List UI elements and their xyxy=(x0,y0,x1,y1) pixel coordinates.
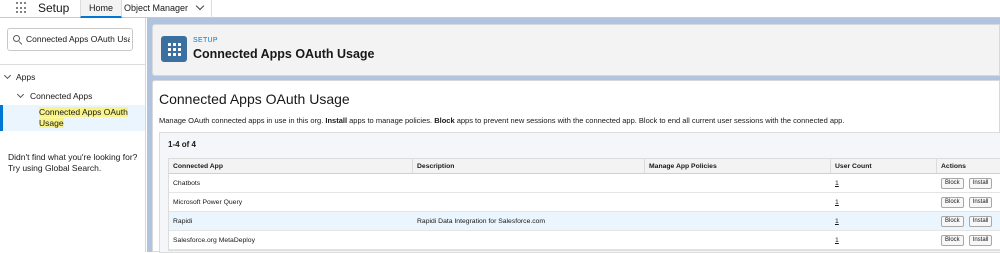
description-block: Block xyxy=(434,116,455,125)
search-match-highlight: Connected Apps OAuth Usage xyxy=(39,107,128,128)
app-launcher-icon[interactable] xyxy=(16,2,28,14)
description-install: Install xyxy=(325,116,348,125)
tree-item-connected-apps[interactable]: Connected Apps xyxy=(30,91,92,101)
policies-cell xyxy=(645,174,831,192)
tab-home-label: Home xyxy=(89,3,114,13)
column-header-description: Description xyxy=(413,159,645,173)
tree-item-label: Connected Apps OAuth Usage xyxy=(39,107,139,129)
table-row: Rapidi Rapidi Data Integration for Sales… xyxy=(169,212,1000,231)
app-name-cell: Salesforce.org MetaDeploy xyxy=(173,237,255,244)
user-count-cell: 1 xyxy=(831,174,937,192)
user-count-link[interactable]: 1 xyxy=(835,180,839,187)
column-header-manage-app-policies: Manage App Policies xyxy=(645,159,831,173)
quick-find-value[interactable]: Connected Apps OAuth Usa xyxy=(26,34,130,44)
page-title: Connected Apps OAuth Usage xyxy=(193,47,375,61)
chevron-down-icon[interactable] xyxy=(3,71,12,80)
content-panel: Connected Apps OAuth Usage Manage OAuth … xyxy=(152,80,1000,253)
column-header-actions: Actions xyxy=(941,163,966,170)
user-count-cell: 1 xyxy=(831,193,937,211)
description-cell xyxy=(413,174,645,192)
quick-find-input[interactable]: Connected Apps OAuth Usa xyxy=(7,28,133,51)
breadcrumb: SETUP xyxy=(193,37,218,44)
main-region: SETUP Connected Apps OAuth Usage Connect… xyxy=(147,18,1000,253)
table-header-row: Connected App Description Manage App Pol… xyxy=(169,159,1000,174)
global-search-hint: Didn't find what you're looking for? Try… xyxy=(8,152,138,173)
app-name: Setup xyxy=(38,1,70,15)
block-button[interactable]: Block xyxy=(941,177,964,189)
sidebar-divider xyxy=(0,64,146,65)
page-header: SETUP Connected Apps OAuth Usage xyxy=(152,24,1000,76)
setup-sidebar: Connected Apps OAuth Usa Apps Connected … xyxy=(0,18,146,252)
app-name-cell: Rapidi xyxy=(173,218,193,225)
page-description: Manage OAuth connected apps in use in th… xyxy=(159,116,999,125)
actions-cell: Block Install xyxy=(937,231,1000,249)
install-button[interactable]: Install xyxy=(968,196,993,208)
user-count-link[interactable]: 1 xyxy=(835,199,839,206)
table-row: Microsoft Power Query 1 Block Install xyxy=(169,193,1000,212)
policies-cell xyxy=(645,231,831,249)
tree-item-connected-apps-oauth-usage[interactable]: Connected Apps OAuth Usage xyxy=(0,105,145,131)
actions-cell: Block Install xyxy=(937,174,1000,192)
content-title: Connected Apps OAuth Usage xyxy=(159,91,350,107)
chevron-down-icon[interactable] xyxy=(16,90,25,99)
block-button[interactable]: Block xyxy=(941,196,964,208)
policies-cell xyxy=(645,212,831,230)
policies-cell xyxy=(645,193,831,211)
install-button[interactable]: Install xyxy=(968,177,993,189)
tab-object-manager[interactable]: Object Manager xyxy=(116,0,212,18)
actions-cell: Block Install xyxy=(937,193,1000,211)
user-count-link[interactable]: 1 xyxy=(835,218,839,225)
user-count-cell: 1 xyxy=(831,231,937,249)
description-text: apps to manage policies. xyxy=(347,116,435,125)
record-count: 1-4 of 4 xyxy=(168,140,197,149)
app-name-cell: Microsoft Power Query xyxy=(173,199,243,206)
description-cell xyxy=(413,231,645,249)
tab-object-manager-label: Object Manager xyxy=(124,3,189,13)
column-header-user-count: User Count xyxy=(831,159,937,173)
description-text: apps to prevent new sessions with the co… xyxy=(454,116,845,125)
tree-item-apps[interactable]: Apps xyxy=(16,72,35,82)
actions-cell: Block Install xyxy=(937,212,1000,230)
description-text: Manage OAuth connected apps in use in th… xyxy=(159,116,326,125)
search-icon xyxy=(13,35,20,42)
table-row: Salesforce.org MetaDeploy 1 Block Install xyxy=(169,231,1000,250)
column-header-connected-app: Connected App xyxy=(169,159,413,173)
global-header: Setup Home Object Manager xyxy=(0,0,1000,18)
install-button[interactable]: Install xyxy=(968,215,993,227)
oauth-usage-table: Connected App Description Manage App Pol… xyxy=(168,158,1000,251)
user-count-link[interactable]: 1 xyxy=(835,237,839,244)
setup-grid-icon xyxy=(161,36,187,62)
user-count-cell: 1 xyxy=(831,212,937,230)
app-name-cell: Chatbots xyxy=(173,180,201,187)
table-row: Chatbots 1 Block Install xyxy=(169,174,1000,193)
block-button[interactable]: Block xyxy=(941,215,964,227)
chevron-down-icon[interactable] xyxy=(195,1,204,11)
oauth-usage-list: 1-4 of 4 Connected App Description Manag… xyxy=(159,132,1000,253)
block-button[interactable]: Block xyxy=(941,234,964,246)
install-button[interactable]: Install xyxy=(968,234,993,246)
description-cell xyxy=(413,193,645,211)
description-cell: Rapidi Data Integration for Salesforce.c… xyxy=(417,218,546,225)
